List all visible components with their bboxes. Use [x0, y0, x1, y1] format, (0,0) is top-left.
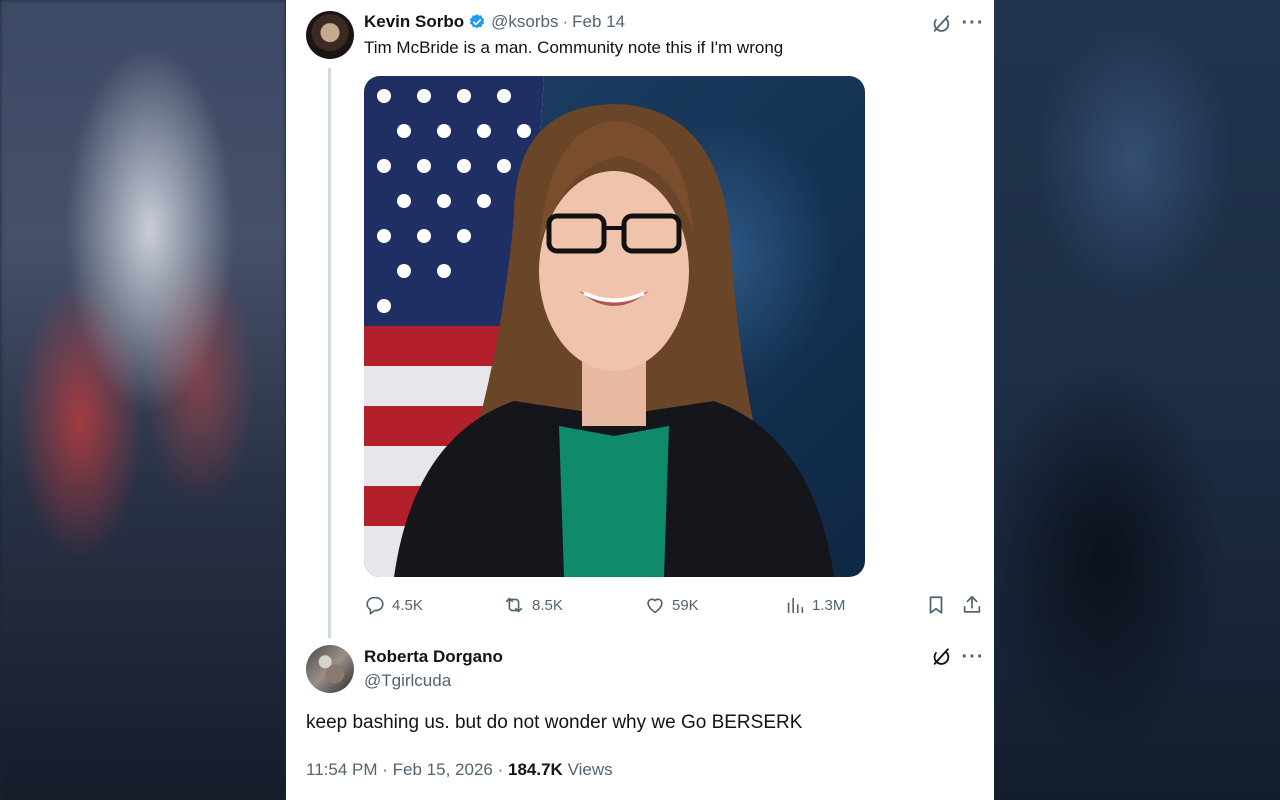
reply-button[interactable]: 4.5K	[364, 594, 423, 616]
verified-badge-icon	[470, 14, 485, 29]
reply-author-handle[interactable]: @Tgirlcuda	[364, 671, 451, 691]
share-button[interactable]	[961, 594, 989, 616]
background-left-blur	[0, 0, 286, 800]
meta-separator-1: ·	[382, 760, 388, 779]
thread-line	[328, 68, 331, 638]
tweet-actions: 4.5K 8.5K 59K 1.3M	[286, 594, 994, 618]
views-button[interactable]: 1.3M	[784, 594, 845, 616]
views-count: 1.3M	[812, 596, 846, 614]
portrait-illustration	[364, 76, 834, 577]
bookmark-icon	[929, 596, 943, 614]
bookmark-button[interactable]	[925, 594, 953, 616]
meta-separator-2: ·	[497, 760, 504, 779]
reply-header: Roberta Dorgano	[364, 647, 503, 667]
reply-meta: 11:54 PM · Feb 15, 2026 · 184.7K Views	[306, 760, 613, 780]
background-right-blur	[994, 0, 1280, 800]
views-icon	[787, 597, 804, 614]
retweet-button[interactable]: 8.5K	[502, 594, 563, 616]
reply-handle-row: @Tgirlcuda	[364, 671, 451, 691]
tweet-card: Kevin Sorbo @ksorbs · Feb 14 ··· Tim McB…	[286, 0, 994, 800]
reply-views-label: Views	[567, 760, 613, 779]
like-count: 59K	[672, 596, 699, 614]
header-separator: ·	[562, 12, 569, 31]
retweet-count: 8.5K	[532, 596, 563, 614]
author-avatar[interactable]	[306, 11, 354, 59]
retweet-icon	[505, 597, 523, 613]
tweet-text: Tim McBride is a man. Community note thi…	[364, 38, 784, 57]
author-name[interactable]: Kevin Sorbo	[364, 12, 464, 32]
reply-more-icon[interactable]: ···	[960, 646, 986, 668]
reply-author-name[interactable]: Roberta Dorgano	[364, 647, 503, 667]
reply-grok-icon[interactable]	[929, 645, 953, 669]
tweet-header: Kevin Sorbo @ksorbs · Feb 14	[364, 12, 625, 32]
more-icon[interactable]: ···	[960, 12, 986, 34]
reply-icon	[366, 596, 384, 615]
tweet-date[interactable]: Feb 14	[572, 12, 625, 32]
like-icon	[647, 598, 663, 614]
reply-author-avatar[interactable]	[306, 645, 354, 693]
share-icon	[963, 595, 981, 613]
reply-views-count: 184.7K	[508, 760, 563, 779]
grok-icon[interactable]	[929, 12, 953, 36]
reply-date[interactable]: Feb 15, 2026	[393, 760, 493, 779]
tweet-photo[interactable]	[364, 76, 865, 577]
author-handle[interactable]: @ksorbs	[491, 12, 558, 32]
reply-text: keep bashing us. but do not wonder why w…	[306, 712, 803, 733]
like-button[interactable]: 59K	[644, 594, 699, 616]
reply-time[interactable]: 11:54 PM	[306, 760, 378, 779]
reply-count: 4.5K	[392, 596, 423, 614]
